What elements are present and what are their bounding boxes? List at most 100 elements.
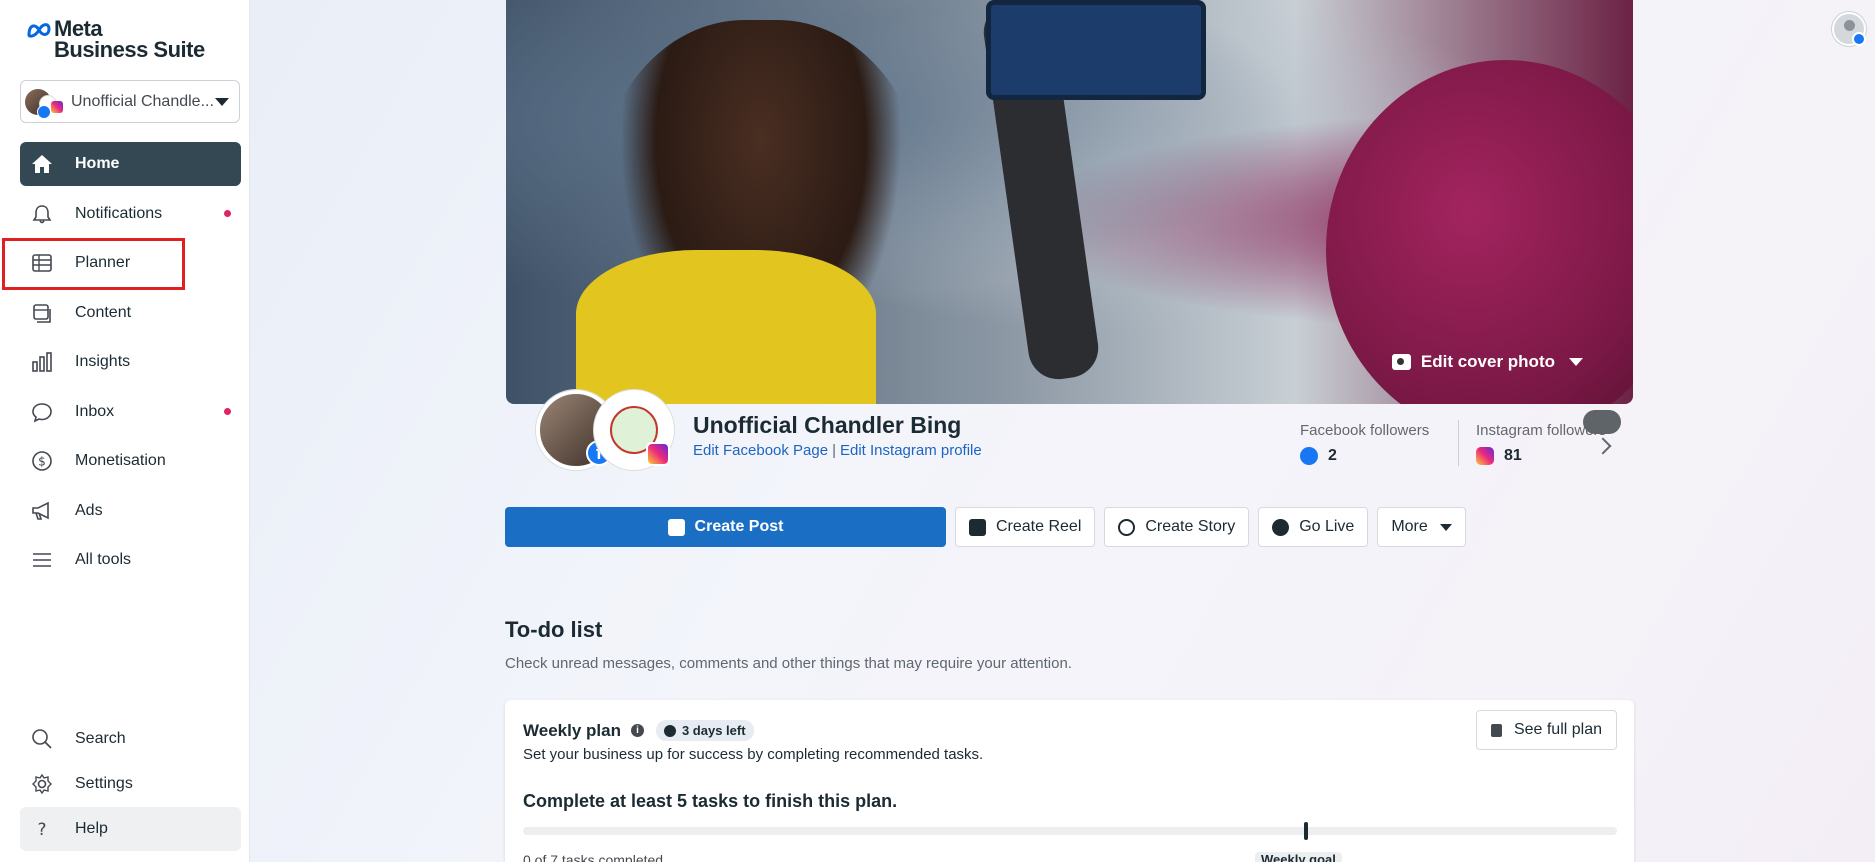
days-left-badge: 3 days left <box>655 720 754 741</box>
weekly-plan-header: Weekly plan i 3 days left <box>523 720 754 741</box>
edit-cover-photo-button[interactable]: Edit cover photo <box>1391 352 1583 372</box>
account-selector[interactable]: Unofficial Chandle... <box>20 80 240 123</box>
story-icon <box>1118 518 1136 536</box>
meta-business-suite-logo[interactable]: Meta Business Suite <box>26 16 205 62</box>
home-icon <box>30 152 54 176</box>
facebook-icon <box>1852 32 1866 46</box>
edit-instagram-profile-link[interactable]: Edit Instagram profile <box>840 442 982 459</box>
meta-logo-icon <box>27 23 51 38</box>
create-post-label: Create Post <box>694 518 784 535</box>
info-icon[interactable]: i <box>630 724 644 737</box>
create-reel-button[interactable]: Create Reel <box>955 507 1096 547</box>
instagram-icon <box>646 442 670 466</box>
profile-header: f Unofficial Chandler Bing Edit Facebook… <box>536 390 1633 474</box>
nav-label: All tools <box>75 551 132 568</box>
main-nav: Home Notifications Planner Content Insig… <box>20 142 241 588</box>
megaphone-icon <box>30 499 54 523</box>
nav-label: Inbox <box>75 402 115 420</box>
chevron-down-icon <box>215 97 229 106</box>
reel-icon <box>969 518 986 536</box>
brand-line1: Meta <box>54 16 103 41</box>
see-full-plan-label: See full plan <box>1513 721 1602 738</box>
chevron-down-icon <box>1569 358 1583 366</box>
facebook-icon <box>1300 447 1318 465</box>
search-icon <box>30 727 54 751</box>
create-post-button[interactable]: Create Post <box>505 507 946 547</box>
see-full-plan-button[interactable]: See full plan <box>1475 710 1617 750</box>
bottom-nav: Search Settings ? Help <box>20 717 241 852</box>
weekly-goal-label: Weekly goal <box>1255 852 1342 862</box>
nav-label: Notifications <box>75 204 163 222</box>
nav-item-content[interactable]: Content <box>20 291 241 335</box>
nav-item-insights[interactable]: Insights <box>20 340 241 384</box>
main-content: Edit cover photo f Unofficial Chandler B… <box>250 0 1875 862</box>
chevron-down-icon <box>1439 523 1452 531</box>
instagram-icon <box>51 100 63 113</box>
nav-label: Monetisation <box>75 452 166 469</box>
help-icon: ? <box>30 817 54 841</box>
nav-item-settings[interactable]: Settings <box>20 762 241 806</box>
more-label: More <box>1391 518 1428 535</box>
magic-wand-button[interactable] <box>1583 410 1621 434</box>
brand-line2: Business Suite <box>54 37 205 62</box>
todo-title: To-do list <box>505 617 603 642</box>
clock-icon <box>663 724 676 737</box>
sidebar: Meta Business Suite Unofficial Chandle..… <box>0 0 250 862</box>
user-avatar[interactable] <box>1832 12 1866 46</box>
nav-label: Insights <box>75 353 131 370</box>
weekly-goal-marker <box>1304 822 1309 840</box>
weekly-plan-card: Weekly plan i 3 days left Set your busin… <box>505 700 1634 862</box>
nav-item-help[interactable]: ? Help <box>20 807 241 851</box>
instagram-followers-count: 81 <box>1504 447 1522 464</box>
action-buttons: Create Post Create Reel Create Story Go … <box>505 507 1475 547</box>
planner-highlight-box <box>2 238 185 290</box>
inbox-icon <box>30 400 54 424</box>
nav-item-ads[interactable]: Ads <box>20 489 241 533</box>
svg-text:?: ? <box>37 820 46 840</box>
document-icon <box>1490 723 1502 737</box>
nav-label: Help <box>75 820 108 837</box>
notification-dot <box>224 408 231 415</box>
instagram-icon <box>1476 447 1494 465</box>
notification-dot <box>224 210 231 217</box>
nav-label: Content <box>75 303 132 321</box>
nav-item-monetisation[interactable]: $ Monetisation <box>20 439 241 483</box>
dollar-icon: $ <box>30 449 54 473</box>
nav-item-all-tools[interactable]: All tools <box>20 538 241 582</box>
create-reel-label: Create Reel <box>996 518 1082 535</box>
nav-item-inbox[interactable]: Inbox <box>20 390 241 434</box>
nav-item-notifications[interactable]: Notifications <box>20 192 241 236</box>
edit-links: Edit Facebook Page | Edit Instagram profil… <box>693 442 982 459</box>
account-avatar <box>25 85 63 119</box>
cover-photo: Edit cover photo <box>506 0 1633 404</box>
plan-goal-text: Complete at least 5 tasks to finish this… <box>523 791 898 811</box>
edit-cover-label: Edit cover photo <box>1420 352 1555 371</box>
create-story-label: Create Story <box>1145 518 1236 535</box>
days-left-text: 3 days left <box>681 723 746 738</box>
nav-label: Search <box>75 730 126 747</box>
live-icon <box>1272 518 1290 536</box>
go-live-button[interactable]: Go Live <box>1258 507 1369 547</box>
account-name: Unofficial Chandle... <box>71 92 214 110</box>
nav-item-search[interactable]: Search <box>20 717 241 761</box>
camera-icon <box>1391 354 1411 370</box>
link-separator: | <box>832 442 836 459</box>
weekly-plan-subtitle: Set your business up for success by comp… <box>523 746 984 763</box>
facebook-followers-count: 2 <box>1328 447 1337 464</box>
more-button[interactable]: More <box>1377 507 1466 547</box>
bell-icon <box>30 202 54 226</box>
nav-label: Ads <box>75 501 103 519</box>
edit-facebook-page-link[interactable]: Edit Facebook Page <box>693 442 828 459</box>
nav-item-home[interactable]: Home <box>20 142 241 186</box>
go-live-label: Go Live <box>1299 518 1355 535</box>
create-story-button[interactable]: Create Story <box>1104 507 1250 547</box>
page-name: Unofficial Chandler Bing <box>693 412 962 438</box>
post-icon <box>667 518 685 536</box>
facebook-followers: Facebook followers 2 <box>1300 422 1429 465</box>
svg-text:$: $ <box>38 455 46 469</box>
followers-divider <box>1458 420 1459 466</box>
nav-label: Settings <box>75 775 133 792</box>
content-icon <box>30 301 54 325</box>
menu-icon <box>30 548 54 572</box>
todo-subtitle: Check unread messages, comments and othe… <box>505 655 1072 672</box>
